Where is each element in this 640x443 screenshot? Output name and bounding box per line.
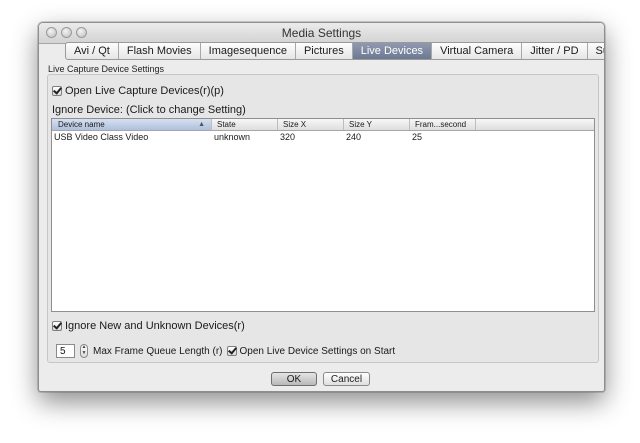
open-live-capture-row[interactable]: Open Live Capture Devices(r)(p): [52, 85, 224, 97]
table-row[interactable]: USB Video Class Video unknown 320 240 25: [52, 131, 594, 144]
media-settings-window: Media Settings Avi / Qt Flash Movies Ima…: [38, 22, 605, 392]
open-live-capture-checkbox[interactable]: [52, 86, 62, 96]
max-queue-stepper[interactable]: ▲ ▼: [80, 344, 88, 358]
open-settings-row[interactable]: Open Live Device Settings on Start: [226, 345, 396, 357]
column-header-size-x[interactable]: Size X: [278, 119, 344, 130]
tab-imagesequence[interactable]: Imagesequence: [201, 43, 296, 59]
cell-fps: 25: [412, 132, 423, 142]
max-queue-input[interactable]: 5: [56, 344, 75, 358]
cell-device-name: USB Video Class Video: [54, 132, 149, 142]
open-settings-checkbox[interactable]: [226, 346, 237, 356]
open-live-capture-label: Open Live Capture Devices(r)(p): [65, 85, 224, 97]
ok-button[interactable]: OK: [271, 372, 317, 386]
cell-size-y: 240: [346, 132, 362, 142]
devices-table[interactable]: Device name ▲ State Size X Size Y Fram..…: [51, 118, 595, 312]
column-header-frames-per-second[interactable]: Fram...second: [410, 119, 476, 130]
column-header-empty: [476, 119, 594, 130]
tab-jitter-pd[interactable]: Jitter / PD: [522, 43, 588, 59]
column-header-state[interactable]: State: [212, 119, 278, 130]
ignore-new-label: Ignore New and Unknown Devices(r): [65, 320, 245, 332]
tab-live-devices[interactable]: Live Devices: [352, 43, 433, 59]
tab-pictures[interactable]: Pictures: [296, 43, 353, 59]
column-header-size-y[interactable]: Size Y: [344, 119, 410, 130]
max-queue-row: 5 ▲ ▼ Max Frame Queue Length (r) Open Li…: [56, 344, 395, 358]
ignore-new-checkbox[interactable]: [52, 321, 62, 331]
open-settings-label: Open Live Device Settings on Start: [239, 345, 396, 357]
tab-supertitle-text[interactable]: Supertitle Text: [588, 43, 604, 59]
cancel-button[interactable]: Cancel: [323, 372, 370, 386]
table-header: Device name ▲ State Size X Size Y Fram..…: [52, 119, 594, 131]
tab-flash-movies[interactable]: Flash Movies: [119, 43, 201, 59]
column-label: Device name: [58, 120, 105, 129]
stepper-down-icon[interactable]: ▼: [81, 351, 87, 357]
live-capture-settings-group: Open Live Capture Devices(r)(p) Ignore D…: [47, 74, 599, 363]
cell-state[interactable]: unknown: [212, 131, 278, 144]
cell-size-x: 320: [280, 132, 296, 142]
section-title: Live Capture Device Settings: [48, 64, 165, 74]
max-queue-label: Max Frame Queue Length (r): [93, 345, 223, 357]
ignore-new-row[interactable]: Ignore New and Unknown Devices(r): [52, 320, 245, 332]
tab-virtual-camera[interactable]: Virtual Camera: [432, 43, 523, 59]
column-header-device-name[interactable]: Device name ▲: [52, 119, 212, 130]
window-title: Media Settings: [281, 26, 362, 40]
tab-bar: Avi / Qt Flash Movies Imagesequence Pict…: [65, 42, 604, 60]
tab-avi-qt[interactable]: Avi / Qt: [66, 43, 119, 59]
title-bar[interactable]: Media Settings: [39, 23, 604, 44]
sort-ascending-icon: ▲: [198, 121, 205, 128]
ignore-device-label: Ignore Device: (Click to change Setting): [52, 104, 246, 116]
